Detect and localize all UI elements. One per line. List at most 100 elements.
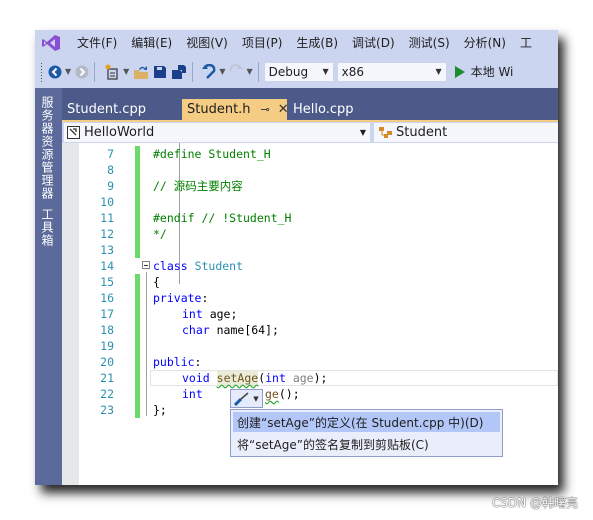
line-number: 21 [100, 371, 114, 385]
menu-test[interactable]: 测试(S) [409, 34, 450, 51]
code-line: 7 #define Student_H [62, 146, 558, 162]
keyword: char [182, 323, 210, 337]
menu-analyze[interactable]: 分析(N) [464, 34, 506, 51]
server-explorer-tab[interactable]: 服务器资源管理器 [39, 96, 56, 200]
play-icon [454, 65, 465, 78]
redo-dropdown-icon[interactable]: ▼ [246, 67, 252, 76]
punctuation: : [201, 291, 209, 305]
menu-build[interactable]: 生成(B) [296, 34, 338, 51]
project-icon [67, 126, 80, 139]
punctuation: : [194, 355, 202, 369]
back-dropdown-icon[interactable]: ▼ [65, 67, 71, 76]
platform-value: x86 [341, 64, 364, 79]
code-line: 12 */ [62, 226, 558, 242]
save-all-button[interactable] [171, 62, 187, 82]
keyword: class [153, 259, 188, 273]
line-text-tail: ge(); [265, 386, 300, 402]
standard-toolbar: ▼ ▼ ▼ ▼ Debug ▼ x86 ▼ 本地 Wi [35, 55, 558, 88]
line-text: int [182, 386, 203, 402]
punctuation: (); [278, 387, 300, 401]
document-tab-strip: Student.cpp Student.h ⊸ ✕ Hello.cpp [62, 88, 558, 120]
solution-configuration-select[interactable]: Debug ▼ [263, 61, 334, 82]
code-line: 15 { [62, 274, 558, 290]
change-marker [135, 194, 140, 210]
change-marker [135, 162, 140, 178]
change-marker [135, 306, 140, 322]
start-debugging-button[interactable]: 本地 Wi [454, 63, 513, 80]
line-text: int age; [182, 306, 237, 322]
line-text: #define Student_H [153, 147, 271, 161]
menu-tools[interactable]: 工 [520, 34, 532, 51]
quick-actions-menu: 创建“setAge”的定义(在 Student.cpp 中)(D) 将“setA… [230, 409, 503, 457]
change-marker [135, 178, 140, 194]
keyword: public [153, 355, 195, 369]
line-text: private: [153, 290, 208, 306]
collapse-toggle-icon[interactable] [142, 261, 150, 269]
new-project-dropdown-icon[interactable]: ▼ [123, 67, 129, 76]
code-line: 20 public: [62, 354, 558, 370]
save-button[interactable] [153, 62, 167, 82]
line-number: 17 [100, 307, 114, 321]
menu-file[interactable]: 文件(F) [77, 34, 117, 51]
keyword: void [182, 371, 210, 385]
line-number: 9 [107, 179, 114, 193]
code-editor[interactable]: 7 #define Student_H 8 9 // 源码主要内容 10 11 … [62, 143, 558, 485]
line-text: // 源码主要内容 [153, 179, 243, 193]
toolbar-separator [192, 61, 194, 82]
forward-button[interactable] [75, 62, 89, 82]
toolbar-grip[interactable] [40, 61, 44, 82]
toolbox-tab[interactable]: 工具箱 [39, 208, 56, 247]
project-scope-select[interactable]: HelloWorld ▼ [64, 123, 370, 142]
line-text: void setAge(int age); [182, 370, 327, 386]
line-text: class Student [153, 258, 243, 274]
tab-label: Student.h [187, 102, 251, 117]
identifier: name[64]; [209, 323, 279, 337]
toolbar-separator [257, 61, 259, 82]
code-line: 10 [62, 194, 558, 210]
code-line: 21 void setAge(int age); [62, 370, 558, 386]
quick-actions-button[interactable]: ▼ [230, 389, 263, 408]
tab-hello-cpp[interactable]: Hello.cpp [288, 99, 396, 120]
tab-student-cpp[interactable]: Student.cpp [62, 99, 180, 120]
type-name: Student [396, 125, 448, 140]
navigation-bar: HelloWorld ▼ Student [62, 120, 558, 143]
code-line: 16 private: [62, 290, 558, 306]
function-name[interactable]: ge [265, 387, 279, 401]
line-text: char name[64]; [182, 322, 279, 338]
watermark: CSDN @韩曙亮 [491, 496, 578, 510]
menu-edit[interactable]: 编辑(E) [131, 34, 172, 51]
line-number: 7 [107, 147, 114, 161]
menu-debug[interactable]: 调试(D) [352, 34, 395, 51]
chevron-down-icon: ▼ [359, 128, 366, 137]
keyword: int [182, 387, 203, 401]
line-text: #endif // !Student_H [153, 211, 292, 225]
change-marker [135, 210, 140, 226]
keyword: private [153, 291, 202, 305]
new-project-icon [105, 64, 118, 80]
change-marker [135, 146, 140, 162]
copy-signature-menu-item[interactable]: 将“setAge”的签名复制到剪贴板(C) [233, 434, 500, 454]
undo-button[interactable] [202, 62, 216, 82]
line-number: 19 [100, 339, 114, 353]
solution-platform-select[interactable]: x86 ▼ [336, 61, 447, 82]
redo-button[interactable] [229, 62, 244, 82]
forward-icon [75, 65, 89, 78]
back-button[interactable] [48, 62, 62, 82]
undo-dropdown-icon[interactable]: ▼ [219, 67, 225, 76]
menu-view[interactable]: 视图(V) [186, 34, 228, 51]
open-file-button[interactable] [133, 62, 149, 82]
chevron-down-icon: ▼ [435, 67, 442, 76]
create-definition-menu-item[interactable]: 创建“setAge”的定义(在 Student.cpp 中)(D) [233, 412, 500, 432]
back-icon [48, 65, 62, 78]
menu-bar: 文件(F) 编辑(E) 视图(V) 项目(P) 生成(B) 调试(D) 测试(S… [35, 30, 558, 55]
new-project-button[interactable] [104, 62, 120, 82]
pin-icon[interactable]: ⊸ [261, 103, 270, 116]
function-name[interactable]: setAge [216, 371, 259, 385]
tab-student-h[interactable]: Student.h ⊸ ✕ [182, 99, 289, 120]
identifier: age; [202, 307, 238, 321]
menu-project[interactable]: 项目(P) [242, 34, 283, 51]
chevron-down-icon: ▼ [253, 394, 259, 403]
change-marker [135, 274, 140, 290]
type-scope-select[interactable]: Student [374, 123, 558, 142]
code-line: 17 int age; [62, 306, 558, 322]
